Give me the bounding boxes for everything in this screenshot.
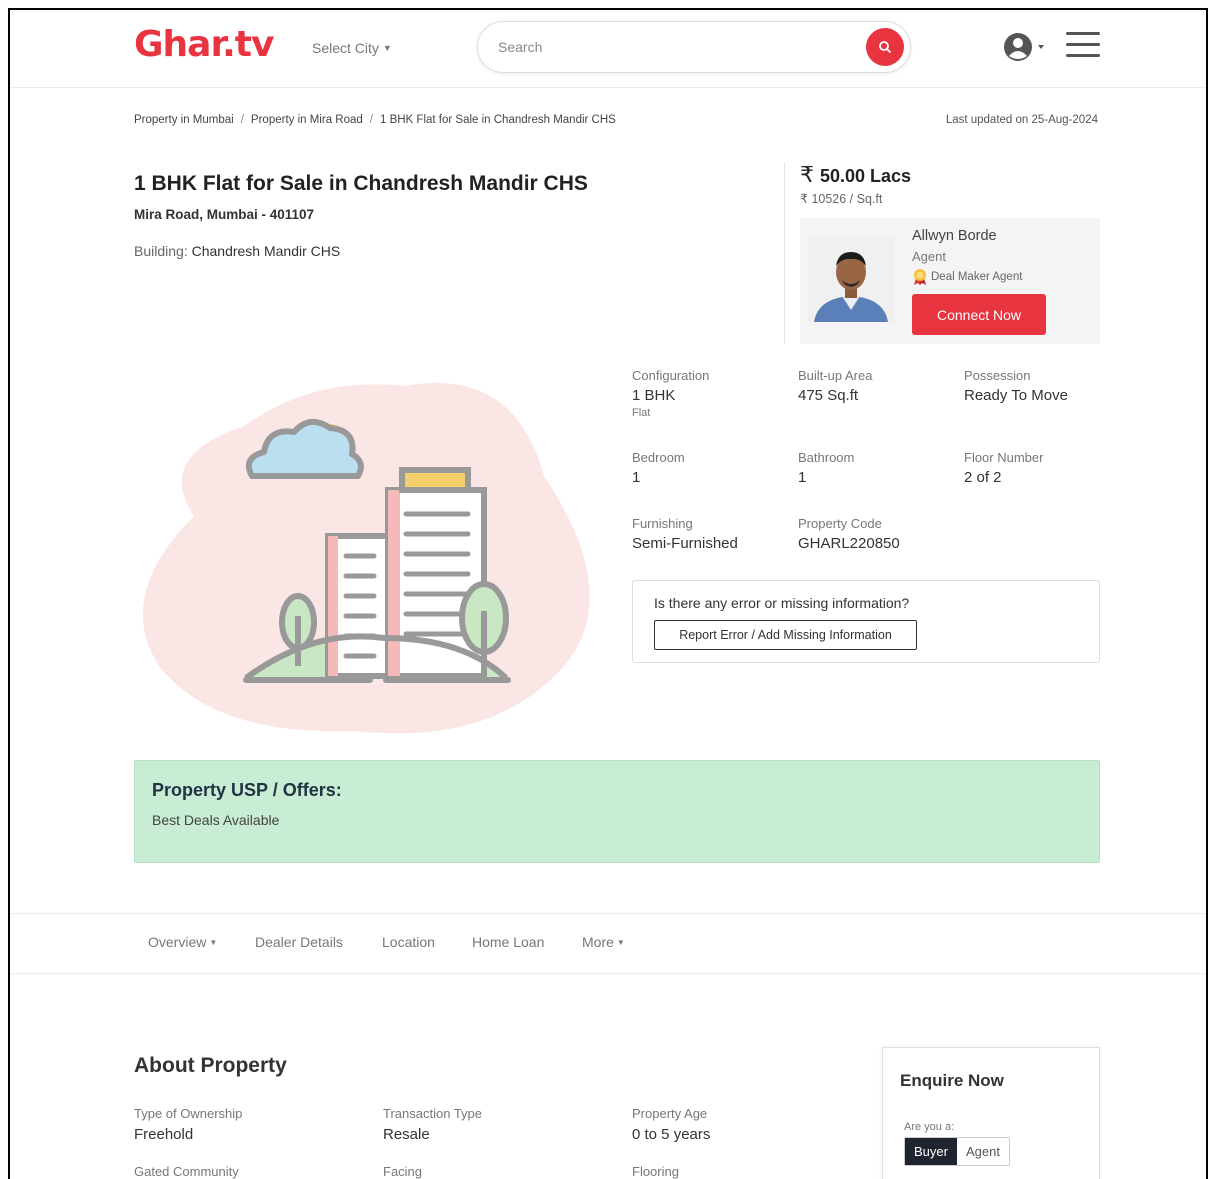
connect-now-button[interactable]: Connect Now xyxy=(912,294,1046,335)
spec-furnishing: Furnishing Semi-Furnished xyxy=(632,516,738,552)
about-property-title: About Property xyxy=(134,1054,287,1077)
building-illustration-icon xyxy=(142,382,590,734)
user-account-button[interactable] xyxy=(1003,32,1047,62)
report-error-button[interactable]: Report Error / Add Missing Information xyxy=(654,620,917,650)
rate-value: 10526 / Sq.ft xyxy=(811,192,883,206)
last-updated: Last updated on 25-Aug-2024 xyxy=(945,114,1098,126)
section-tabs: Overview ▼ Dealer Details Location Home L… xyxy=(10,913,1206,974)
breadcrumb-item[interactable]: Property in Mumbai xyxy=(134,114,234,126)
property-placeholder-illustration xyxy=(134,366,604,736)
divider xyxy=(784,162,785,344)
caret-down-icon: ▼ xyxy=(209,938,218,947)
site-header: Ghar.tv Select City ▼ xyxy=(10,10,1206,88)
agent-photo xyxy=(808,236,894,322)
price-per-sqft: ₹ 10526 / Sq.ft xyxy=(800,191,882,206)
property-price: ₹50.00 Lacs xyxy=(800,162,911,188)
property-address: Mira Road, Mumbai - 401107 xyxy=(134,207,315,222)
building-info: Building: Chandresh Mandir CHS xyxy=(134,243,340,259)
spec-property-code: Property Code GHARL220850 xyxy=(798,516,900,552)
spec-possession: Possession Ready To Move xyxy=(964,368,1068,404)
usp-text: Best Deals Available xyxy=(152,812,280,828)
spec-floor-number: Floor Number 2 of 2 xyxy=(964,450,1044,486)
spec-built-up-area: Built-up Area 475 Sq.ft xyxy=(798,368,873,404)
page-frame: Ghar.tv Select City▼ P xyxy=(8,8,1208,1179)
user-avatar-icon xyxy=(1004,33,1044,61)
breadcrumb-item-current: 1 BHK Flat for Sale in Chandresh Mandir … xyxy=(379,114,616,126)
building-name: Chandresh Mandir CHS xyxy=(191,243,341,259)
agent-name: Allwyn Borde xyxy=(912,228,997,244)
about-gated-community: Gated Community xyxy=(134,1164,239,1179)
search-button[interactable] xyxy=(866,28,904,66)
agent-option-button[interactable]: Agent xyxy=(956,1138,1009,1165)
buyer-option-button[interactable]: Buyer xyxy=(905,1138,957,1165)
tab-home-loan[interactable]: Home Loan xyxy=(472,934,544,950)
agent-role: Agent xyxy=(912,249,946,264)
spec-bathroom: Bathroom 1 xyxy=(798,450,855,486)
about-property-age: Property Age 0 to 5 years xyxy=(632,1106,711,1143)
page-title: 1 BHK Flat for Sale in Chandresh Mandir … xyxy=(134,172,588,195)
property-usp-box: Property USP / Offers: Best Deals Availa… xyxy=(134,760,1100,863)
select-city-label: Select City xyxy=(312,40,379,56)
award-medal-icon xyxy=(914,269,926,285)
search-input[interactable] xyxy=(498,36,838,58)
breadcrumb: Property in Mumbai / Property in Mira Road… xyxy=(134,114,616,126)
rupee-icon: ₹ xyxy=(800,162,814,187)
report-error-question: Is there any error or missing informatio… xyxy=(654,595,910,611)
search-icon xyxy=(879,41,891,53)
caret-down-icon: ▼ xyxy=(616,938,625,947)
tab-overview[interactable]: Overview ▼ xyxy=(148,934,217,950)
building-label: Building: xyxy=(134,243,188,259)
agent-avatar-image xyxy=(808,236,894,322)
report-error-box: Is there any error or missing informatio… xyxy=(632,580,1100,663)
tab-location[interactable]: Location xyxy=(382,934,435,950)
about-transaction-type: Transaction Type Resale xyxy=(383,1106,482,1143)
agent-badge: Deal Maker Agent xyxy=(912,268,1022,286)
breadcrumb-item[interactable]: Property in Mira Road xyxy=(251,114,363,126)
select-city-dropdown[interactable]: Select City ▼ xyxy=(312,40,392,56)
caret-down-icon: ▼ xyxy=(382,43,392,53)
site-logo[interactable]: Ghar.tv xyxy=(134,24,274,65)
spec-configuration: Configuration 1 BHK Flat xyxy=(632,368,710,419)
usp-heading: Property USP / Offers: xyxy=(152,780,342,800)
hamburger-menu-icon[interactable] xyxy=(1066,32,1100,60)
rupee-icon: ₹ xyxy=(800,192,812,206)
tab-dealer-details[interactable]: Dealer Details xyxy=(255,934,343,950)
search-bar xyxy=(477,21,911,73)
user-type-toggle: Buyer Agent xyxy=(904,1137,1010,1166)
enquire-question: Are you a: xyxy=(904,1121,955,1133)
price-value: 50.00 Lacs xyxy=(820,166,912,186)
tab-more[interactable]: More ▼ xyxy=(582,934,625,950)
about-facing: Facing xyxy=(383,1164,423,1179)
enquire-now-panel: Enquire Now Are you a: Buyer Agent xyxy=(882,1047,1100,1179)
about-flooring: Flooring xyxy=(632,1164,679,1179)
spec-bedroom: Bedroom 1 xyxy=(632,450,685,486)
enquire-title: Enquire Now xyxy=(900,1071,1004,1090)
about-ownership: Type of Ownership Freehold xyxy=(134,1106,243,1143)
agent-card: Allwyn Borde Agent Deal Maker Agent Conn… xyxy=(800,218,1100,344)
agent-badge-label: Deal Maker Agent xyxy=(931,271,1023,283)
